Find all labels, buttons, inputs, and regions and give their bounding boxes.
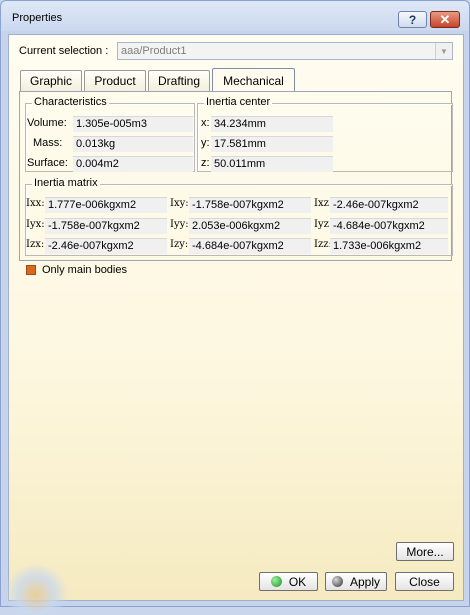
mass-value: 0.013kg	[73, 136, 193, 152]
ixy-label: Ixy:	[170, 198, 189, 209]
tab-label: Product	[94, 74, 136, 88]
dialog-body: Current selection : aaa/Product1 ▼ Graph…	[1, 34, 464, 615]
izy-value: -4.684e-007kgxm2	[189, 238, 311, 254]
mass-label: Mass:	[33, 137, 63, 149]
more-button-label: More...	[406, 544, 444, 559]
izz-value: 1.733e-006kgxm2	[330, 238, 448, 254]
surface-value: 0.004m2	[73, 156, 193, 172]
center-y-value: 17.581mm	[211, 136, 333, 152]
current-selection-dropdown[interactable]: aaa/Product1 ▼	[117, 42, 453, 60]
inertia-center-title: Inertia center	[204, 96, 273, 108]
properties-dialog: Properties ? ✕ Current selection : aaa/P…	[0, 0, 470, 615]
tab-graphic[interactable]: Graphic	[20, 70, 82, 91]
volume-value: 1.305e-005m3	[73, 116, 193, 132]
tab-label: Drafting	[157, 74, 201, 88]
center-z-label: z:	[201, 157, 210, 169]
ixy-value: -1.758e-007kgxm2	[189, 197, 311, 213]
center-y-label: y:	[201, 137, 210, 149]
tab-product[interactable]: Product	[84, 70, 146, 91]
izx-value: -2.46e-007kgxm2	[45, 238, 167, 254]
help-icon: ?	[408, 12, 417, 27]
close-button-label: Close	[409, 574, 440, 589]
close-icon: ✕	[439, 11, 451, 27]
center-x-label: x:	[201, 117, 210, 129]
ixx-label: Ixx:	[26, 198, 45, 209]
title-bar[interactable]: Properties ? ✕	[1, 1, 469, 33]
apply-button[interactable]: Apply	[325, 572, 387, 591]
volume-label: Volume:	[27, 117, 67, 129]
tab-label: Graphic	[29, 74, 73, 88]
tab-drafting[interactable]: Drafting	[148, 70, 210, 91]
ok-icon	[270, 576, 282, 587]
current-selection-label: Current selection :	[19, 45, 109, 57]
close-button[interactable]: Close	[395, 572, 454, 591]
izx-label: Izx:	[26, 239, 45, 250]
only-main-bodies-label[interactable]: Only main bodies	[42, 264, 127, 276]
characteristics-title: Characteristics	[32, 96, 109, 108]
apply-icon	[331, 576, 343, 587]
current-selection-value: aaa/Product1	[121, 45, 187, 57]
iyz-value: -4.684e-007kgxm2	[330, 218, 448, 234]
help-button[interactable]: ?	[398, 11, 427, 28]
title-close-button[interactable]: ✕	[430, 11, 460, 28]
iyx-value: -1.758e-007kgxm2	[45, 218, 167, 234]
chevron-down-icon[interactable]: ▼	[435, 43, 452, 59]
tab-mechanical[interactable]: Mechanical	[212, 68, 295, 92]
more-button[interactable]: More...	[396, 542, 454, 561]
apply-button-label: Apply	[349, 574, 381, 589]
tab-label: Mechanical	[223, 73, 284, 88]
izy-label: Izy:	[170, 239, 189, 250]
center-z-value: 50.011mm	[211, 156, 333, 172]
dialog-title: Properties	[12, 12, 63, 24]
decorative-swirl	[1, 565, 71, 615]
iyy-value: 2.053e-006kgxm2	[189, 218, 311, 234]
center-x-value: 34.234mm	[211, 116, 333, 132]
iyy-label: Iyy:	[170, 219, 189, 230]
ixx-value: 1.777e-006kgxm2	[45, 197, 167, 213]
iyx-label: Iyx:	[26, 219, 45, 230]
ok-button-label: OK	[288, 574, 307, 589]
ok-button[interactable]: OK	[259, 572, 318, 591]
inertia-matrix-title: Inertia matrix	[32, 177, 100, 189]
only-main-bodies-checkbox[interactable]	[26, 265, 36, 275]
ixz-value: -2.46e-007kgxm2	[330, 197, 448, 213]
surface-label: Surface:	[27, 157, 68, 169]
